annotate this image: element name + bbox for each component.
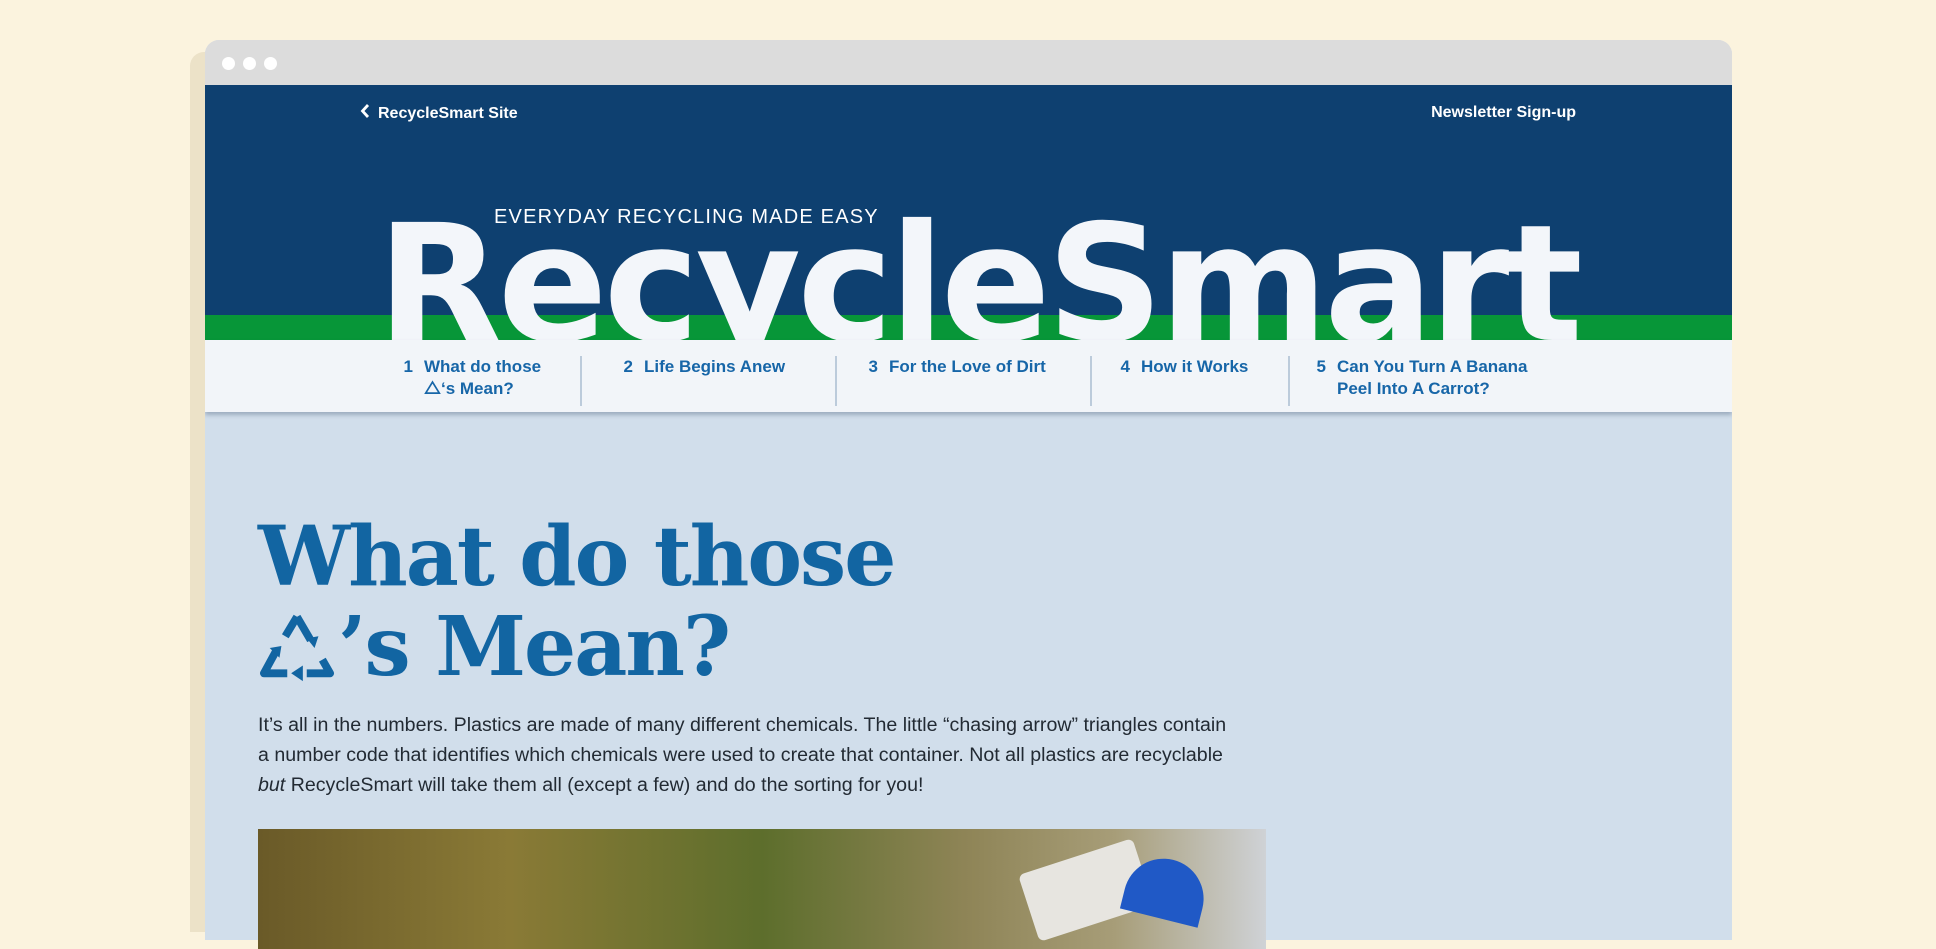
window-close-dot[interactable]: [222, 57, 235, 70]
nav-item-1[interactable]: 1 What do those ‘s Mean?: [401, 356, 542, 400]
article-title-line1: What do those: [258, 509, 896, 605]
back-to-site-link[interactable]: RecycleSmart Site: [360, 104, 518, 123]
nav-item-number: 2: [623, 357, 633, 376]
article-body-part2: RecycleSmart will take them all (except …: [285, 774, 924, 796]
article: What do those ’s Mean? It’s all in the n…: [258, 512, 1258, 800]
back-link-label: RecycleSmart Site: [378, 104, 518, 122]
nav-item-label-line2: Peel Into A Carrot?: [1337, 379, 1490, 398]
nav-item-label: Can You Turn A Banana Peel Into A Carrot…: [1337, 356, 1527, 400]
hero-image: [258, 829, 1266, 949]
site-header: RecycleSmart Site Newsletter Sign-up EVE…: [205, 85, 1732, 340]
article-title: What do those ’s Mean?: [258, 512, 1258, 692]
nav-item-3[interactable]: 3 For the Love of Dirt: [866, 356, 1046, 378]
nav-item-5[interactable]: 5 Can You Turn A Banana Peel Into A Carr…: [1314, 356, 1528, 400]
article-body-part1: It’s all in the numbers. Plastics are ma…: [258, 714, 1227, 766]
nav-item-number: 5: [1316, 357, 1326, 376]
nav-divider: [1288, 356, 1290, 406]
nav-item-label: For the Love of Dirt: [889, 357, 1046, 376]
nav-item-label: How it Works: [1141, 357, 1249, 376]
nav-item-2[interactable]: 2 Life Begins Anew: [621, 356, 786, 378]
article-body: It’s all in the numbers. Plastics are ma…: [258, 710, 1238, 800]
nav-item-number: 4: [1120, 357, 1130, 376]
chapter-nav: 1 What do those ‘s Mean? 2 Life Begins A…: [205, 340, 1732, 412]
window-titlebar: [205, 40, 1732, 85]
recycle-icon: [259, 614, 335, 682]
window-zoom-dot[interactable]: [264, 57, 277, 70]
article-title-line2: ’s Mean?: [338, 599, 731, 695]
nav-item-number: 1: [403, 357, 413, 376]
chevron-left-icon: [360, 104, 370, 123]
browser-window: RecycleSmart Site Newsletter Sign-up EVE…: [205, 40, 1732, 940]
nav-item-label-line1: Can You Turn A Banana: [1337, 357, 1528, 376]
recycle-icon: [424, 380, 441, 394]
article-body-emphasis: but: [258, 774, 286, 796]
nav-divider: [1090, 356, 1092, 406]
nav-item-4[interactable]: 4 How it Works: [1118, 356, 1249, 378]
window-minimize-dot[interactable]: [243, 57, 256, 70]
nav-item-label: Life Begins Anew: [644, 357, 786, 376]
article-title-line2-wrap: ’s Mean?: [258, 602, 1258, 692]
nav-item-label-line1: What do those: [424, 357, 542, 376]
newsletter-signup-link[interactable]: Newsletter Sign-up: [1431, 104, 1576, 122]
nav-item-number: 3: [868, 357, 878, 376]
nav-item-label: What do those ‘s Mean?: [424, 356, 541, 400]
nav-item-label-line2: ‘s Mean?: [441, 379, 514, 398]
nav-divider: [580, 356, 582, 406]
nav-divider: [835, 356, 837, 406]
brand-wordmark: RecycleSmart: [377, 191, 1583, 340]
